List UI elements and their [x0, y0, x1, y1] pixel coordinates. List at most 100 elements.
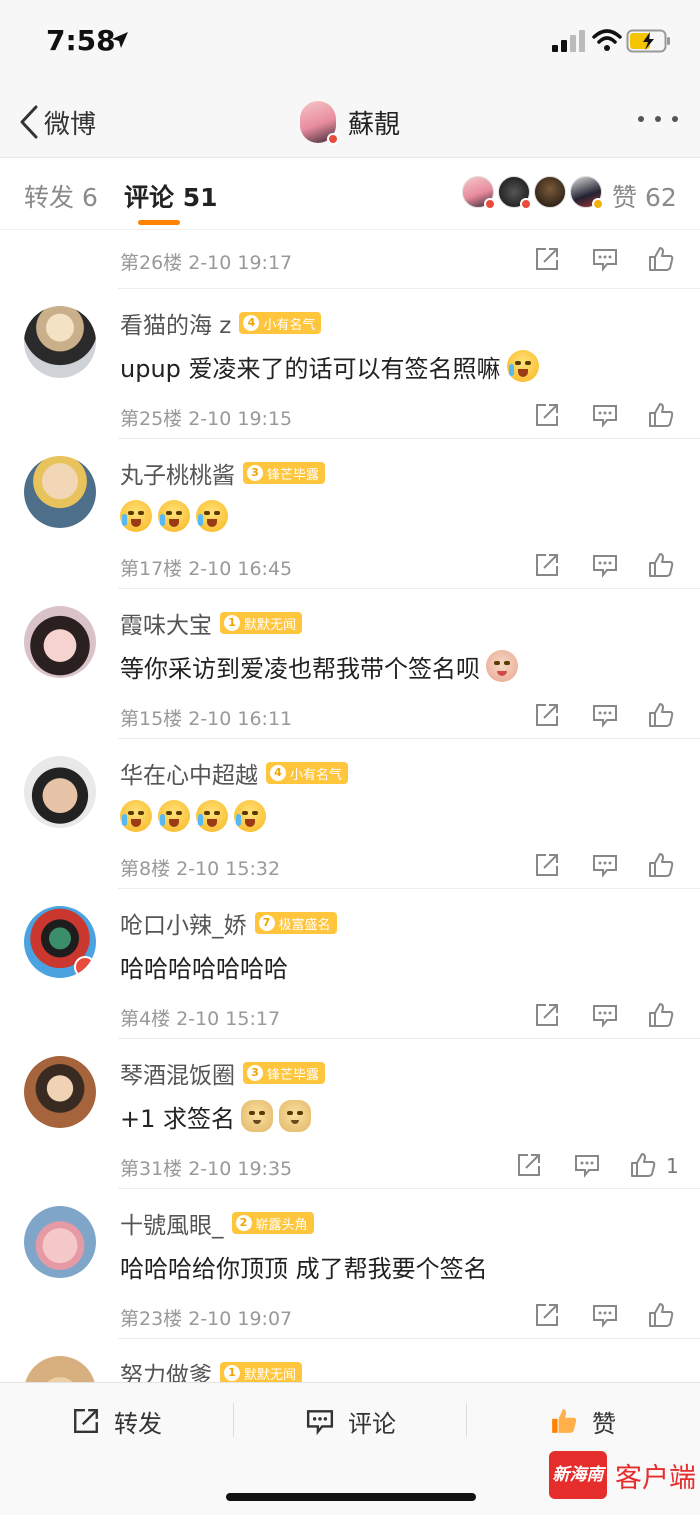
share-icon[interactable] [534, 1002, 560, 1028]
share-icon[interactable] [534, 552, 560, 578]
commenter-name[interactable]: 努力做爹 [120, 1356, 212, 1382]
comment-actions [534, 552, 684, 582]
comment-actions: 1 [516, 1152, 686, 1182]
home-indicator[interactable] [226, 1493, 476, 1501]
comment-text: 哈哈哈哈哈哈哈 [120, 954, 288, 983]
avatar[interactable] [24, 1206, 96, 1278]
tab-likes[interactable]: 赞 62 [612, 178, 677, 214]
tab-comments[interactable]: 评论 51 [124, 178, 218, 214]
share-icon[interactable] [534, 246, 560, 272]
avatar[interactable] [24, 1056, 96, 1128]
comment-label: 评论 [348, 1409, 396, 1438]
avatar[interactable] [24, 1356, 96, 1382]
avatar[interactable] [24, 906, 96, 978]
comment-item[interactable]: 十號風眼_ 2 崭露头角 哈哈哈给你顶顶 成了帮我要个签名 第23楼 2-10 1… [0, 1188, 700, 1338]
liker-avatars[interactable] [462, 176, 606, 210]
reply-icon[interactable] [592, 552, 618, 578]
share-icon[interactable] [534, 402, 560, 428]
comment-button[interactable]: 评论 [306, 1405, 396, 1438]
share-icon [74, 1409, 98, 1433]
reply-icon[interactable] [592, 852, 618, 878]
reply-icon[interactable] [592, 1302, 618, 1328]
author-avatar [300, 101, 339, 145]
commenter-name[interactable]: 十號風眼_ [120, 1206, 224, 1240]
more-options-button[interactable] [638, 116, 678, 128]
crying-emoji-icon [120, 800, 152, 832]
crying-emoji-icon [196, 800, 228, 832]
badge-level: 7 [258, 915, 275, 931]
cellular-signal-icon [552, 30, 585, 52]
comment-text-row [120, 796, 266, 836]
repost-label: 转发 [114, 1409, 162, 1438]
dot-icon [655, 116, 661, 122]
repost-button[interactable]: 转发 [72, 1405, 162, 1438]
navigation-bar: 微博 蘇靚 [0, 88, 700, 158]
badge-level: 1 [224, 1365, 240, 1381]
comment-text: 哈哈哈给你顶顶 成了帮我要个签名 [120, 1254, 488, 1283]
share-icon[interactable] [516, 1152, 542, 1178]
commenter-name[interactable]: 看猫的海 z [120, 306, 231, 340]
crying-emoji-icon [506, 350, 539, 382]
comment-text-row: 哈哈哈哈哈哈哈 [120, 946, 288, 986]
comment-text-row: +1 求签名 [120, 1096, 312, 1136]
doge-emoji-icon [279, 1100, 312, 1132]
badge-text: 小有名气 [263, 317, 316, 333]
post-author[interactable]: 蘇靚 [300, 96, 400, 148]
comment-item[interactable]: 努力做爹 1 默默无闻 [0, 1338, 700, 1382]
share-icon[interactable] [534, 852, 560, 878]
comment-item[interactable]: 霞味大宝 1 默默无闻 等你采访到爱凌也帮我带个签名呗 第15楼 2-10 16:… [0, 588, 700, 738]
divider [118, 438, 700, 439]
back-button[interactable]: 微博 [18, 102, 96, 142]
like-icon[interactable] [630, 1152, 656, 1178]
commenter-name[interactable]: 丸子桃桃酱 [120, 456, 235, 490]
like-icon[interactable] [648, 852, 674, 878]
reply-icon[interactable] [574, 1152, 600, 1178]
verified-badge-icon [327, 133, 339, 145]
commenter-name[interactable]: 霞味大宝 [120, 606, 212, 640]
fan-level-badge: 1 默默无闻 [220, 1362, 303, 1382]
reply-icon[interactable] [592, 402, 618, 428]
pig-emoji-icon [486, 650, 518, 682]
like-icon[interactable] [648, 1002, 674, 1028]
liker-avatar [498, 176, 532, 210]
like-icon[interactable] [648, 1302, 674, 1328]
comment-item[interactable]: 呛口小辣_娇 7 极富盛名 哈哈哈哈哈哈哈 第4楼 2-10 15:17 [0, 888, 700, 1038]
avatar[interactable] [24, 756, 96, 828]
comment-meta: 第15楼 2-10 16:11 [120, 708, 293, 730]
like-icon[interactable] [648, 552, 674, 578]
share-icon[interactable] [534, 1302, 560, 1328]
like-icon[interactable] [648, 702, 674, 728]
like-button[interactable]: 赞 [550, 1405, 616, 1438]
divider [118, 288, 700, 289]
avatar[interactable] [24, 606, 96, 678]
reply-icon[interactable] [592, 1002, 618, 1028]
avatar[interactable] [24, 306, 96, 378]
comment-meta: 第25楼 2-10 19:15 [120, 408, 293, 430]
comment-item[interactable]: 琴酒混饭圈 3 锋芒毕露 +1 求签名 第31楼 2-10 19:35 1 [0, 1038, 700, 1188]
dot-icon [638, 116, 644, 122]
share-icon[interactable] [534, 702, 560, 728]
divider [118, 738, 700, 739]
page-title: 蘇靚 [348, 109, 401, 140]
reply-icon[interactable] [592, 702, 618, 728]
badge-text: 小有名气 [290, 767, 343, 783]
comment-meta: 第31楼 2-10 19:35 [120, 1158, 293, 1180]
comment-item[interactable]: 华在心中超越 4 小有名气 第8楼 2-10 15:32 [0, 738, 700, 888]
comment-item[interactable]: 丸子桃桃酱 3 锋芒毕露 第17楼 2-10 16:45 [0, 438, 700, 588]
badge-text: 崭露头角 [255, 1217, 308, 1233]
badge-level: 1 [224, 615, 240, 631]
badge-text: 极富盛名 [278, 917, 331, 933]
watermark: 新海南 客户端 [549, 1451, 696, 1499]
like-icon[interactable] [648, 246, 674, 272]
comment-item[interactable]: 看猫的海 z 4 小有名气 upup 爱凌来了的话可以有签名照嘛 第25楼 2-1… [0, 288, 700, 438]
commenter-name[interactable]: 琴酒混饭圈 [120, 1056, 235, 1090]
commenter-name[interactable]: 华在心中超越 [120, 756, 258, 790]
active-tab-indicator [138, 220, 180, 225]
like-icon[interactable] [648, 402, 674, 428]
comment-feed[interactable]: 第26楼 2-10 19:17 看猫的海 z 4 小有名气 upup 爱凌来了的话… [0, 230, 700, 1382]
reply-icon[interactable] [592, 246, 618, 272]
badge-level: 4 [243, 315, 260, 331]
tab-reposts[interactable]: 转发 6 [24, 178, 98, 214]
commenter-name[interactable]: 呛口小辣_娇 [120, 906, 247, 940]
avatar[interactable] [24, 456, 96, 528]
